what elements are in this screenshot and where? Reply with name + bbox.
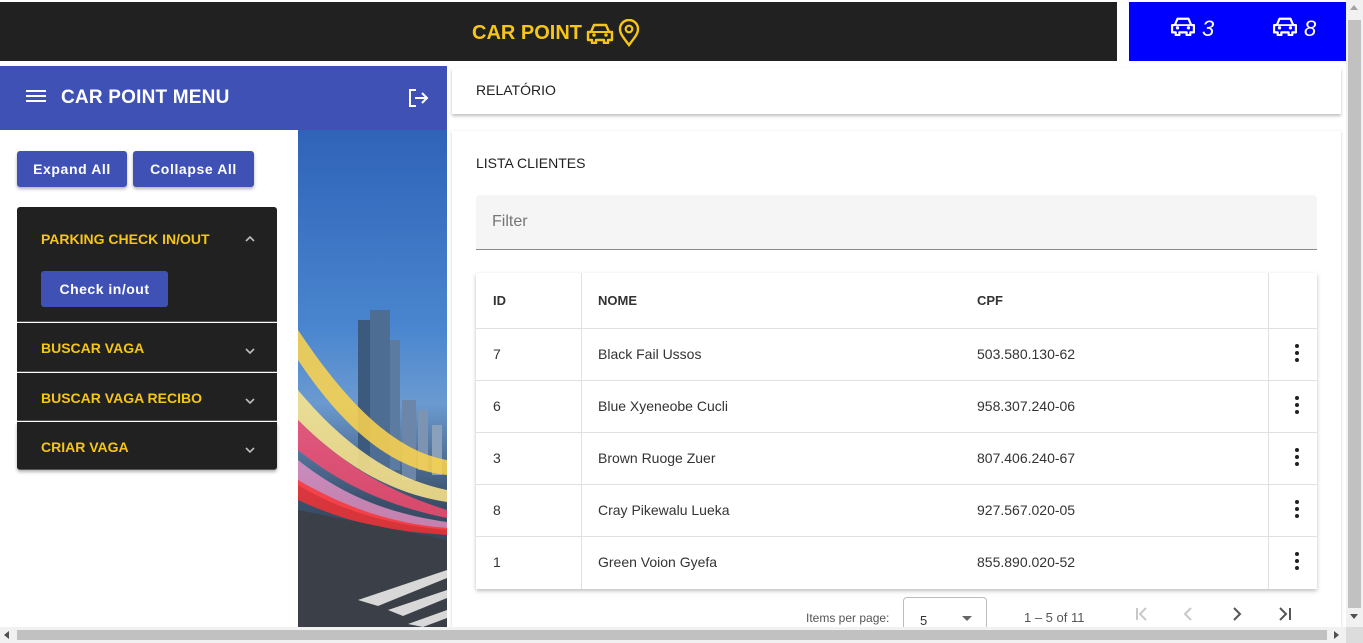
items-per-page-label: Items per page: (806, 611, 890, 625)
cell-nome: Brown Ruoge Zuer (598, 450, 716, 466)
first-page-icon[interactable] (1132, 604, 1152, 624)
panel-parking-check: PARKING CHECK IN/OUT Check in/out (17, 207, 277, 322)
table-row[interactable]: 1 Green Voion Gyefa 855.890.020-52 (476, 537, 1317, 589)
client-list-card: LISTA CLIENTES ID NOME CPF 7 Black Fail … (452, 131, 1341, 633)
report-title: RELATÓRIO (476, 82, 556, 98)
car-icon (1170, 16, 1196, 42)
panel-header-buscar-vaga-recibo[interactable]: BUSCAR VAGA RECIBO (41, 390, 202, 406)
horizontal-scrollbar[interactable] (0, 627, 1346, 643)
items-per-page-value: 5 (920, 613, 928, 628)
panel-buscar-vaga[interactable]: BUSCAR VAGA (17, 323, 277, 372)
more-vert-icon[interactable] (1288, 342, 1306, 364)
cell-id: 7 (493, 346, 501, 362)
dropdown-arrow-icon (962, 616, 972, 621)
more-vert-icon[interactable] (1288, 446, 1306, 468)
cell-cpf: 855.890.020-52 (977, 554, 1076, 570)
paginator: Items per page: 5 1 – 5 of 11 (452, 595, 1341, 633)
more-vert-icon[interactable] (1288, 550, 1306, 572)
cell-nome: Green Voion Gyefa (598, 554, 718, 570)
chevron-down-icon[interactable] (243, 442, 257, 460)
cell-cpf: 503.580.130-62 (977, 346, 1076, 362)
brand: CAR POINT (472, 18, 640, 48)
scroll-left-icon[interactable] (4, 631, 9, 639)
expand-all-button[interactable]: Expand All (17, 151, 127, 187)
hamburger-icon[interactable] (26, 88, 46, 109)
table-header: ID NOME CPF (476, 273, 1317, 329)
panel-header-parking-check[interactable]: PARKING CHECK IN/OUT (41, 231, 210, 247)
column-header-nome[interactable]: NOME (598, 293, 637, 308)
cell-nome: Black Fail Ussos (598, 346, 702, 362)
report-card: RELATÓRIO (452, 68, 1341, 114)
top-bar: CAR POINT (0, 2, 1117, 61)
cell-cpf: 958.307.240-06 (977, 398, 1076, 414)
scroll-right-icon[interactable] (1334, 631, 1339, 639)
logout-icon[interactable] (406, 86, 430, 115)
table-row[interactable]: 8 Cray Pikewalu Lueka 927.567.020-05 (476, 485, 1317, 537)
cell-id: 6 (493, 398, 501, 414)
filter-input[interactable] (492, 213, 1292, 231)
city-light-trails-image (298, 130, 447, 627)
sidebar: Expand All Collapse All PARKING CHECK IN… (0, 130, 297, 627)
car-icon (586, 22, 614, 44)
cell-cpf: 807.406.240-67 (977, 450, 1076, 466)
menu-title: CAR POINT MENU (61, 87, 230, 108)
chevron-up-icon[interactable] (243, 231, 257, 249)
cell-nome: Blue Xyeneobe Cucli (598, 398, 728, 414)
menu-header: CAR POINT MENU (0, 66, 447, 130)
scrollbar-thumb[interactable] (1348, 20, 1361, 608)
table-row[interactable]: 6 Blue Xyeneobe Cucli 958.307.240-06 (476, 381, 1317, 433)
parking-stats: 3 8 (1129, 2, 1346, 61)
panel-buscar-vaga-recibo[interactable]: BUSCAR VAGA RECIBO (17, 373, 277, 421)
scroll-up-icon[interactable] (1350, 5, 1358, 10)
stat-occupied: 3 (1170, 16, 1214, 42)
clients-table: ID NOME CPF 7 Black Fail Ussos 503.580.1… (476, 273, 1317, 589)
page-range-label: 1 – 5 of 11 (1024, 610, 1085, 625)
column-header-id[interactable]: ID (493, 293, 506, 308)
brand-title: CAR POINT (472, 21, 582, 44)
panel-header-buscar-vaga[interactable]: BUSCAR VAGA (41, 340, 144, 356)
next-page-icon[interactable] (1227, 604, 1247, 624)
chevron-down-icon[interactable] (243, 343, 257, 361)
cell-id: 8 (493, 502, 501, 518)
cell-id: 3 (493, 450, 501, 466)
cell-id: 1 (493, 554, 501, 570)
app-root: CAR POINT 3 8 CAR POINT MENU Expand All … (0, 0, 1363, 643)
car-icon (1272, 16, 1298, 42)
stat-available: 8 (1272, 16, 1316, 42)
list-title: LISTA CLIENTES (476, 155, 586, 171)
last-page-icon[interactable] (1275, 604, 1295, 624)
cell-nome: Cray Pikewalu Lueka (598, 502, 730, 518)
table-row[interactable]: 3 Brown Ruoge Zuer 807.406.240-67 (476, 433, 1317, 485)
panel-criar-vaga[interactable]: CRIAR VAGA (17, 422, 277, 470)
location-pin-icon (618, 19, 640, 47)
scrollbar-thumb[interactable] (17, 630, 1327, 640)
check-in-out-button[interactable]: Check in/out (41, 271, 168, 307)
stat-value: 8 (1304, 16, 1317, 41)
collapse-all-button[interactable]: Collapse All (133, 151, 254, 187)
filter-field[interactable] (476, 195, 1317, 250)
more-vert-icon[interactable] (1288, 498, 1306, 520)
cell-cpf: 927.567.020-05 (977, 502, 1076, 518)
stat-value: 3 (1202, 16, 1215, 41)
column-header-cpf[interactable]: CPF (977, 293, 1003, 308)
previous-page-icon[interactable] (1179, 604, 1199, 624)
more-vert-icon[interactable] (1288, 394, 1306, 416)
panel-header-criar-vaga[interactable]: CRIAR VAGA (41, 439, 129, 455)
scrollbar-corner (1346, 627, 1363, 643)
scroll-down-icon[interactable] (1350, 614, 1358, 619)
table-row[interactable]: 7 Black Fail Ussos 503.580.130-62 (476, 329, 1317, 381)
chevron-down-icon[interactable] (243, 393, 257, 411)
vertical-scrollbar[interactable] (1346, 0, 1363, 627)
